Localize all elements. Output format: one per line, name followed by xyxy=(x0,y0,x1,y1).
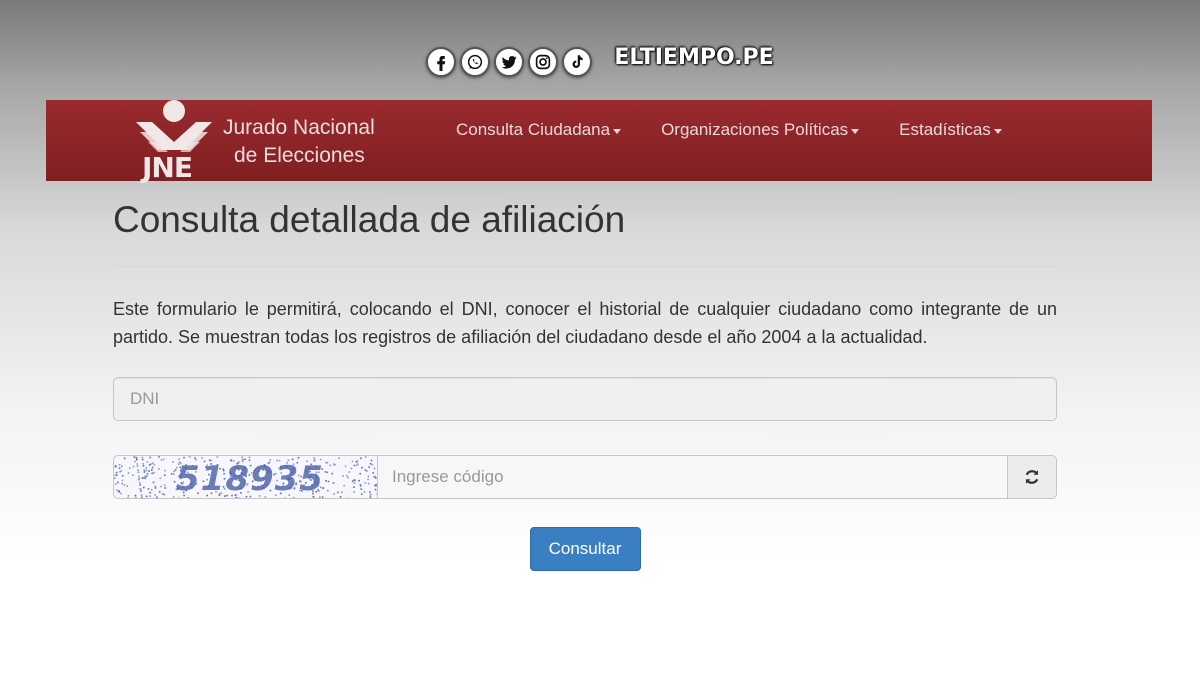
divider xyxy=(113,266,1057,267)
whatsapp-icon[interactable] xyxy=(460,47,491,77)
logo-abbr: JNE xyxy=(142,151,193,184)
logo-line-1: Jurado Nacional xyxy=(223,116,375,139)
nav-estadisticas[interactable]: Estadísticas xyxy=(899,120,1002,140)
submit-wrap: Consultar xyxy=(113,527,1057,571)
caret-down-icon xyxy=(613,128,622,134)
twitter-icon[interactable] xyxy=(494,47,525,77)
caret-down-icon xyxy=(851,128,860,134)
captcha-code: 518935 xyxy=(176,459,324,499)
jne-logo[interactable]: JNE xyxy=(134,100,224,184)
main-content: Consulta detallada de afiliación Este fo… xyxy=(113,196,1057,571)
brand-logo: ELTIEMPO.PE xyxy=(614,44,774,70)
nav-menu: Consulta Ciudadana Organizaciones Políti… xyxy=(456,100,1002,160)
logo-text: Jurado Nacional de Elecciones xyxy=(223,114,375,170)
social-bar: ELTIEMPO.PE xyxy=(0,44,1200,80)
form-description: Este formulario le permitirá, colocando … xyxy=(113,299,1057,347)
consultar-button[interactable]: Consultar xyxy=(529,527,641,571)
logo-line-2: de Elecciones xyxy=(234,144,365,167)
dni-input[interactable] xyxy=(113,377,1057,421)
captcha-code-input[interactable] xyxy=(377,455,1008,499)
captcha-image: 518935 xyxy=(113,455,377,499)
instagram-icon[interactable] xyxy=(528,47,559,77)
nav-organizaciones-politicas[interactable]: Organizaciones Políticas xyxy=(661,120,860,140)
navbar: JNE Jurado Nacional de Elecciones Consul… xyxy=(46,100,1152,184)
caret-down-icon xyxy=(993,128,1002,134)
tiktok-icon[interactable] xyxy=(562,47,593,77)
refresh-captcha-button[interactable] xyxy=(1008,455,1057,499)
nav-label: Organizaciones Políticas xyxy=(661,120,849,139)
facebook-icon[interactable] xyxy=(426,47,457,77)
nav-consulta-ciudadana[interactable]: Consulta Ciudadana xyxy=(456,120,622,140)
refresh-icon xyxy=(1025,470,1039,484)
page-title: Consulta detallada de afiliación xyxy=(113,199,626,240)
nav-label: Estadísticas xyxy=(899,120,991,139)
nav-label: Consulta Ciudadana xyxy=(456,120,611,139)
captcha-row: 518935 xyxy=(113,455,1057,499)
